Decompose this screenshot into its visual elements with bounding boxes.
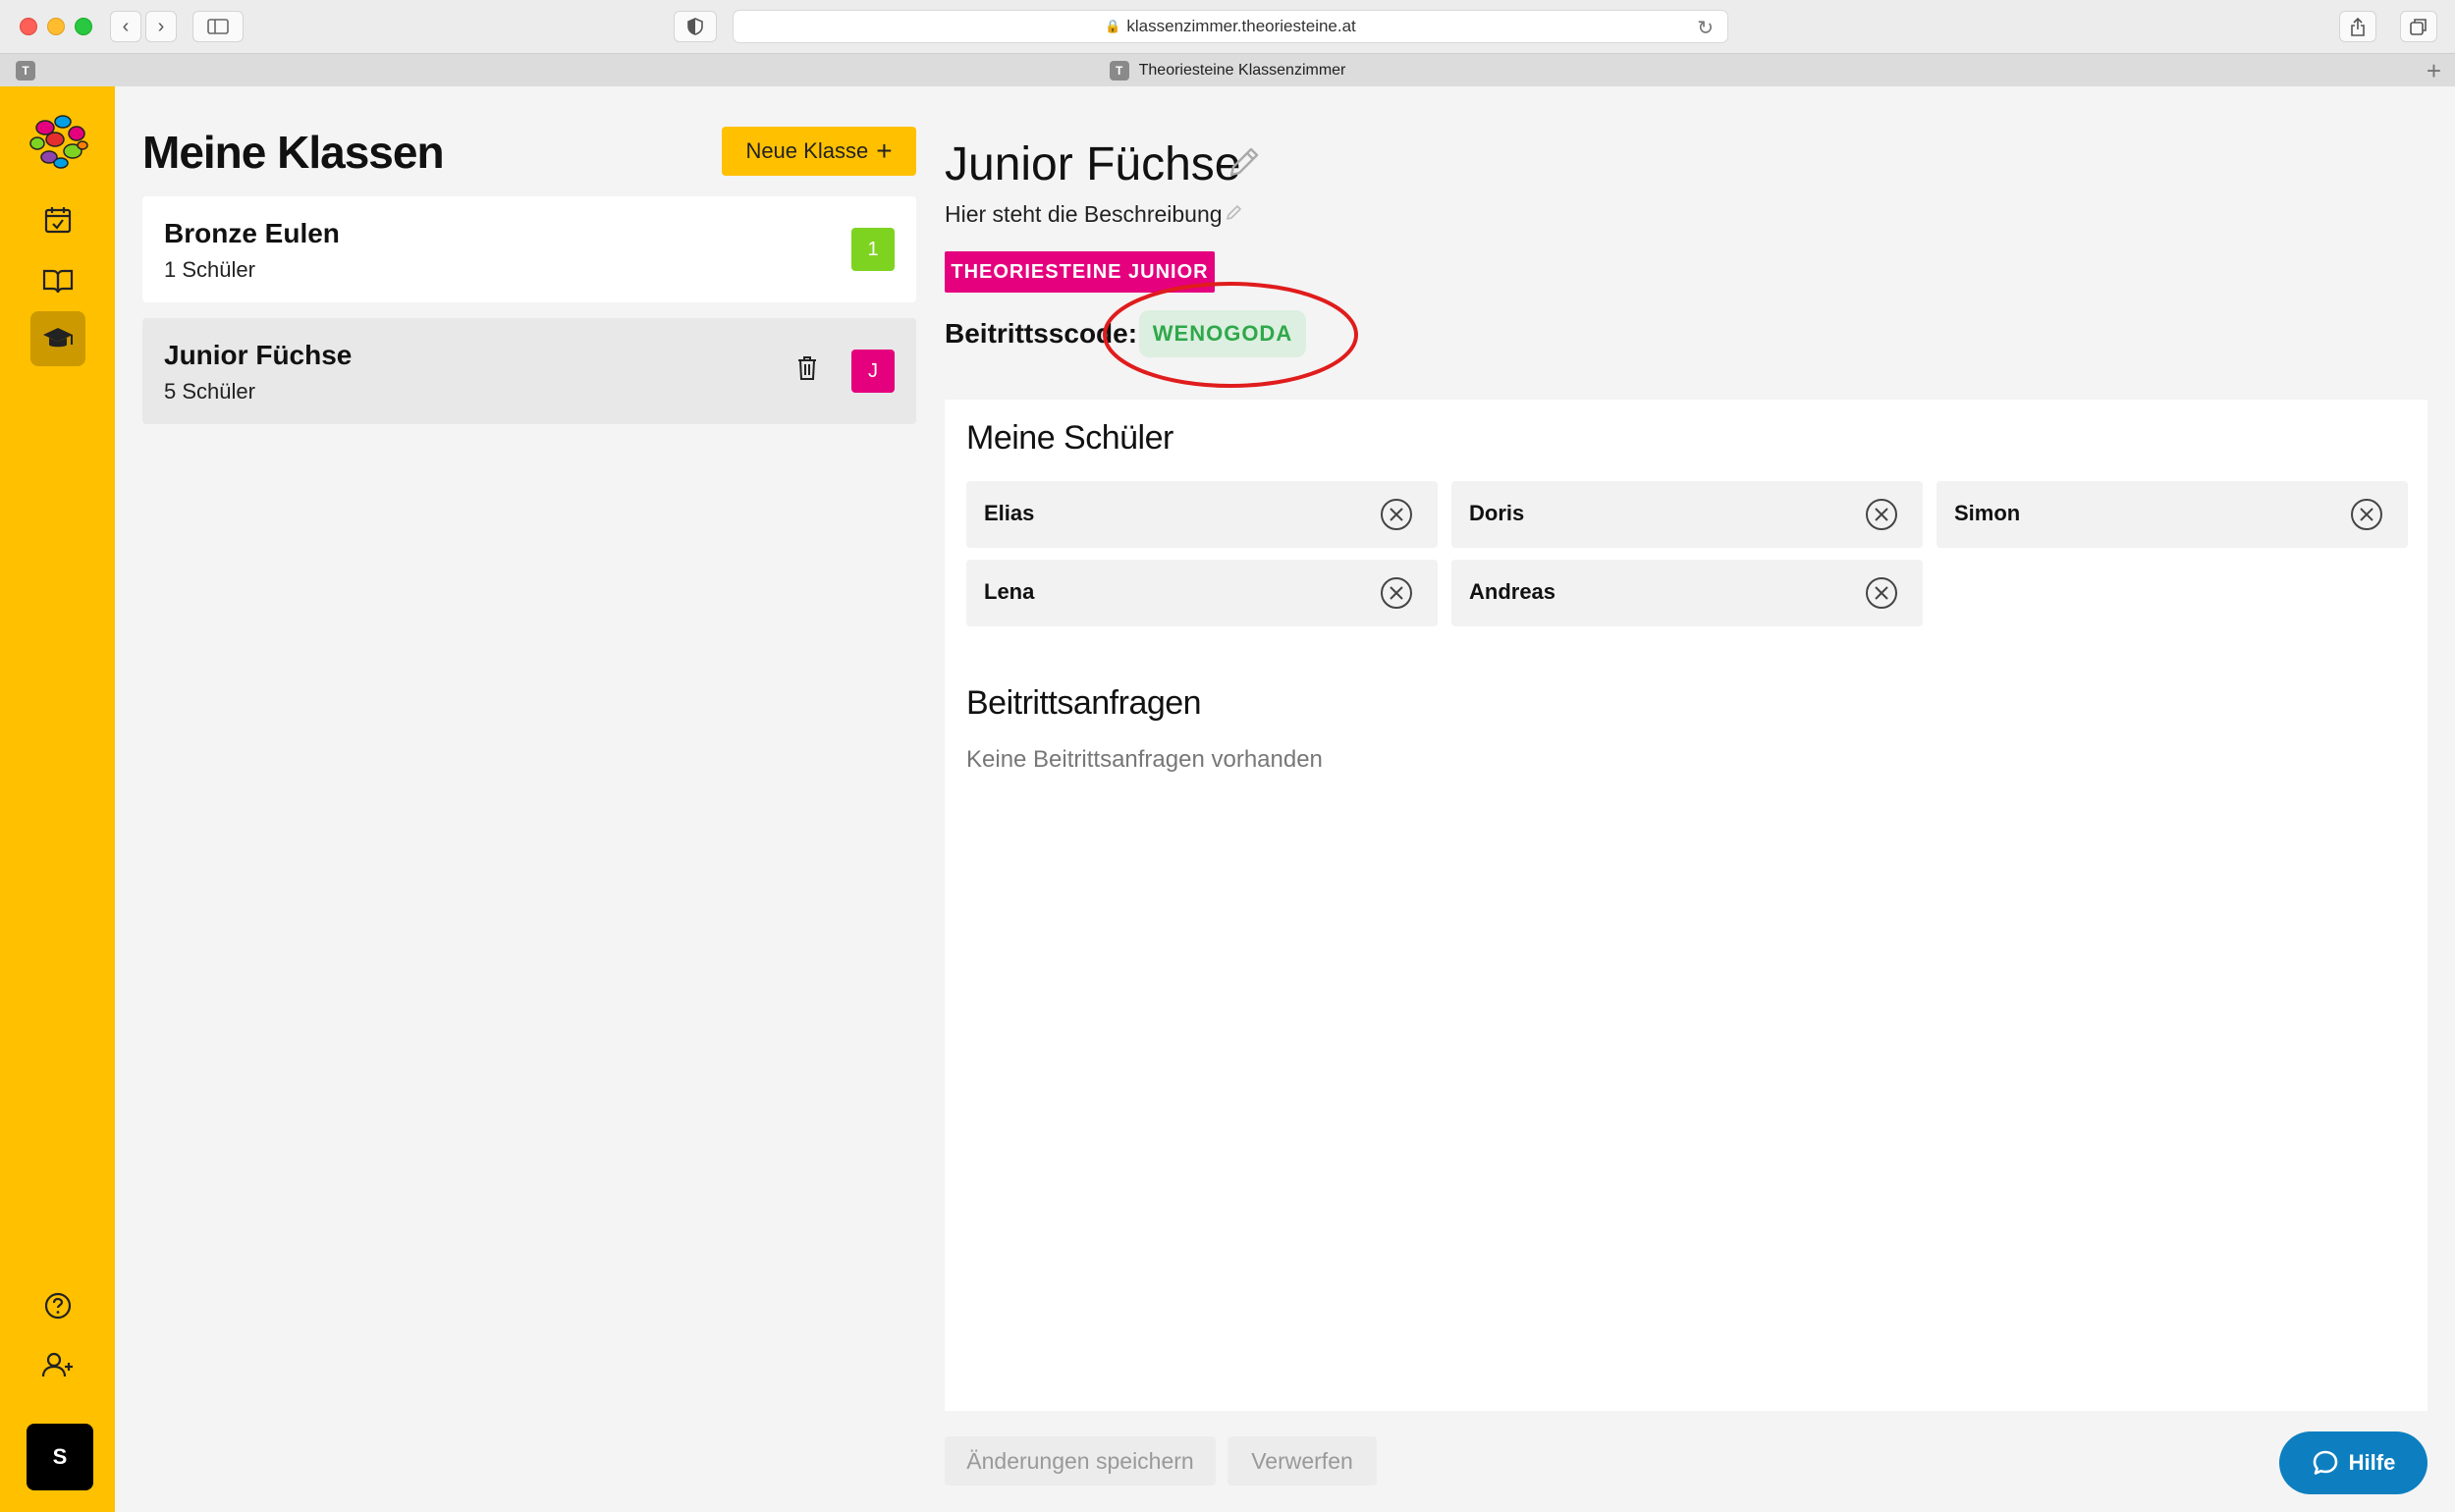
user-avatar[interactable]: S <box>27 1424 93 1490</box>
address-url: klassenzimmer.theoriesteine.at <box>1126 17 1356 35</box>
calendar-check-icon <box>44 207 72 234</box>
class-badge: 1 <box>851 228 895 271</box>
student-name: Simon <box>1954 501 2021 525</box>
privacy-shield-button[interactable] <box>674 11 717 42</box>
pinned-tab-favicon[interactable]: T <box>16 61 35 81</box>
app-sidebar: S <box>0 86 115 1512</box>
graduation-cap-icon <box>43 328 73 348</box>
reload-icon[interactable]: ↻ <box>1697 16 1714 40</box>
tab-favicon: T <box>1109 60 1129 81</box>
new-tab-plus-icon[interactable]: + <box>2427 56 2441 86</box>
back-button[interactable]: ‹ <box>110 11 141 42</box>
remove-circle-icon[interactable] <box>1864 497 1899 532</box>
sidebar-item-invite[interactable] <box>30 1337 85 1392</box>
plus-icon: + <box>876 135 893 166</box>
pencil-small-icon[interactable] <box>1225 202 1244 222</box>
share-button[interactable] <box>2339 11 2376 42</box>
remove-circle-icon[interactable] <box>1379 575 1414 611</box>
add-user-icon <box>41 1352 73 1377</box>
class-student-count: 5 Schüler <box>164 379 255 404</box>
class-name: Junior Füchse <box>164 340 353 370</box>
chevron-left-icon: ‹ <box>122 15 130 37</box>
requests-section-title: Beitrittsanfragen <box>966 684 1202 722</box>
tab-overview-button[interactable] <box>2400 11 2437 42</box>
student-name: Lena <box>984 579 1035 604</box>
student-name: Andreas <box>1469 579 1556 604</box>
student-chip: Lena <box>966 560 1438 626</box>
minimize-window-button[interactable] <box>47 18 65 35</box>
student-chip: Andreas <box>1451 560 1923 626</box>
student-chip: Doris <box>1451 481 1923 548</box>
students-section-title: Meine Schüler <box>966 419 1173 457</box>
share-icon <box>2351 17 2365 36</box>
tab-title: Theoriesteine Klassenzimmer <box>1138 61 1346 79</box>
student-chip: Elias <box>966 481 1438 548</box>
close-window-button[interactable] <box>20 18 37 35</box>
class-detail-panel: Meine Schüler Elias Doris Simon Lena And… <box>945 400 2428 1411</box>
tabs-icon <box>2410 19 2427 35</box>
class-description: Hier steht die Beschreibung <box>945 201 1223 227</box>
remove-circle-icon[interactable] <box>1379 497 1414 532</box>
save-changes-button[interactable]: Änderungen speichern <box>945 1436 1216 1485</box>
help-button[interactable]: Hilfe <box>2279 1431 2428 1494</box>
sidebar-item-book[interactable] <box>30 253 85 308</box>
trash-icon[interactable] <box>796 355 818 381</box>
pencil-icon[interactable] <box>1226 143 1263 181</box>
help-circle-icon <box>44 1292 72 1320</box>
sidebar-item-classes[interactable] <box>30 311 85 366</box>
student-chip: Simon <box>1937 481 2408 548</box>
requests-empty-text: Keine Beitrittsanfragen vorhanden <box>966 746 1323 773</box>
browser-chrome: ‹ › 🔒 klassenzimmer.theoriesteine.at ↻ T… <box>0 0 2455 86</box>
sidebar-toggle-button[interactable] <box>192 11 244 42</box>
sidebar-item-help[interactable] <box>30 1278 85 1333</box>
class-card-bronze-eulen[interactable]: Bronze Eulen 1 Schüler 1 <box>142 196 916 302</box>
student-name: Doris <box>1469 501 1525 525</box>
browser-toolbar: ‹ › 🔒 klassenzimmer.theoriesteine.at ↻ <box>0 0 2455 53</box>
page-title: Meine Klassen <box>142 127 445 178</box>
active-tab[interactable]: T Theoriesteine Klassenzimmer <box>1109 60 1346 81</box>
chat-bubble-icon <box>2313 1450 2337 1475</box>
zoom-window-button[interactable] <box>75 18 92 35</box>
student-name: Elias <box>984 501 1035 525</box>
tab-bar: T T Theoriesteine Klassenzimmer + <box>0 53 2455 86</box>
help-label: Hilfe <box>2348 1450 2396 1475</box>
forward-button[interactable]: › <box>145 11 177 42</box>
sidebar-item-calendar[interactable] <box>30 192 85 247</box>
class-badge: J <box>851 350 895 393</box>
class-card-junior-fuechse[interactable]: Junior Füchse 5 Schüler J <box>142 318 916 424</box>
red-circle-highlight <box>1103 282 1358 388</box>
lock-icon: 🔒 <box>1105 19 1121 33</box>
class-student-count: 1 Schüler <box>164 257 255 282</box>
discard-button[interactable]: Verwerfen <box>1228 1436 1377 1485</box>
sidebar-icon <box>207 19 229 34</box>
new-class-label: Neue Klasse <box>745 138 869 163</box>
new-class-button[interactable]: Neue Klasse + <box>722 127 916 176</box>
book-open-icon <box>42 269 74 294</box>
chevron-right-icon: › <box>157 15 165 37</box>
class-name: Bronze Eulen <box>164 218 340 248</box>
address-bar[interactable]: 🔒 klassenzimmer.theoriesteine.at ↻ <box>733 10 1728 43</box>
class-detail-title: Junior Füchse <box>945 138 1241 190</box>
shield-icon <box>687 18 703 35</box>
theoriesteine-logo[interactable] <box>24 106 92 175</box>
remove-circle-icon[interactable] <box>2349 497 2384 532</box>
remove-circle-icon[interactable] <box>1864 575 1899 611</box>
